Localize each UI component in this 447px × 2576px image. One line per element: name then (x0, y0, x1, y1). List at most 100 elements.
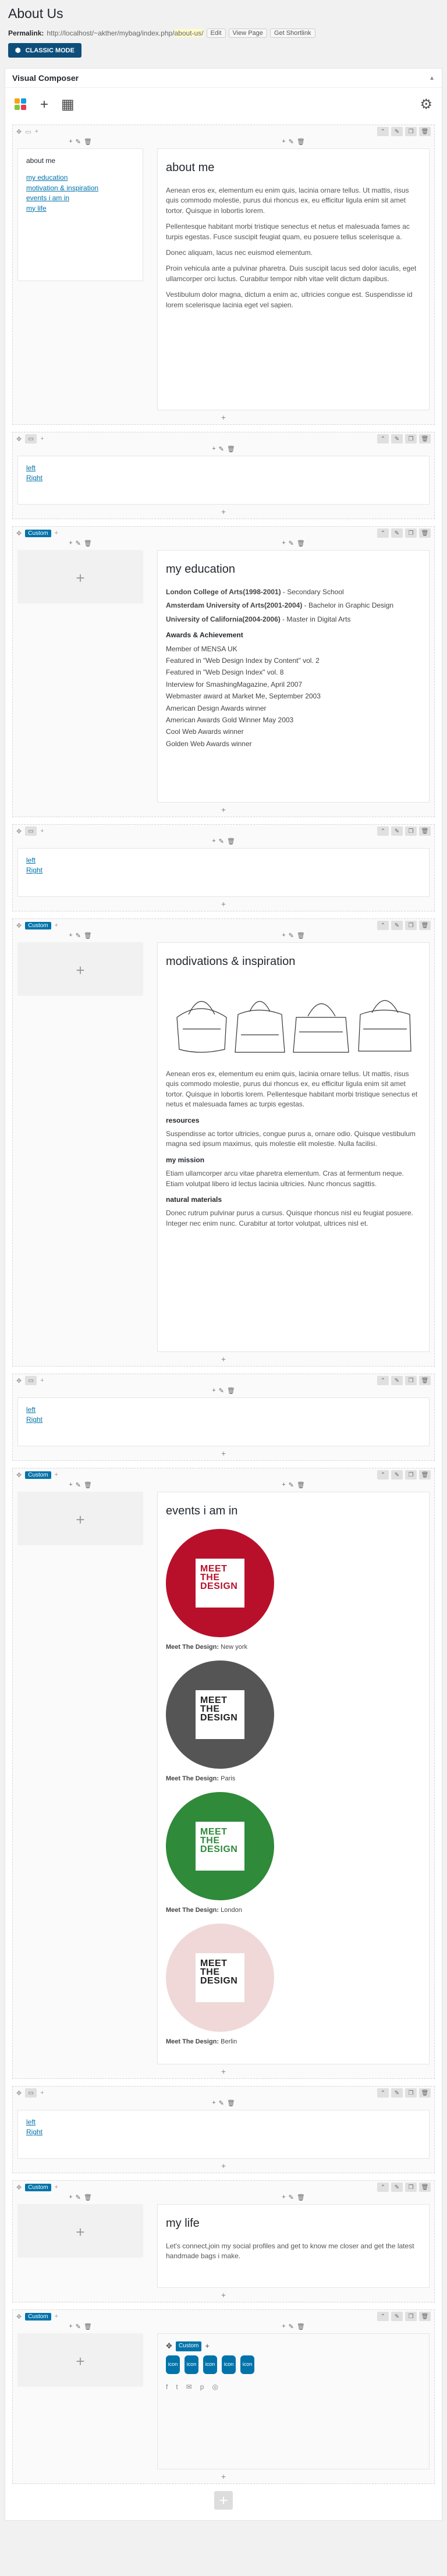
column-add-icon[interactable]: + (69, 2194, 72, 2204)
add-element-icon[interactable]: + (40, 97, 48, 113)
row-delete-icon[interactable]: 🗑 (419, 826, 431, 836)
column-delete-icon[interactable]: 🗑 (84, 540, 92, 550)
row-clone-icon[interactable]: ❐ (405, 2088, 417, 2098)
vc-column[interactable]: + ✎ 🗑 + (17, 2323, 143, 2387)
column-add-icon[interactable]: + (69, 2323, 72, 2333)
column-delete-icon[interactable]: 🗑 (297, 540, 305, 550)
column-delete-icon[interactable]: 🗑 (84, 1481, 92, 1492)
column-delete-icon[interactable]: 🗑 (84, 932, 92, 942)
permalink-url[interactable]: http://localhost/~akther/mybag/index.php… (47, 29, 204, 37)
vc-column[interactable]: + ✎ 🗑 + (17, 1481, 143, 1545)
column-add-icon[interactable]: + (282, 932, 285, 942)
facebook-icon[interactable]: f (166, 2382, 168, 2392)
row-edit-icon[interactable]: ✎ (391, 826, 403, 836)
column-edit-icon[interactable]: ✎ (289, 1481, 294, 1492)
page-title[interactable]: About Us (8, 5, 439, 29)
column-add-icon[interactable]: + (282, 1481, 285, 1492)
row-delete-icon[interactable]: 🗑 (419, 2183, 431, 2192)
column-edit-icon[interactable]: ✎ (76, 1481, 81, 1492)
column-edit-icon[interactable]: ✎ (289, 2323, 294, 2333)
column-edit-icon[interactable]: ✎ (219, 838, 224, 848)
row-layout-icon[interactable]: ▭ (25, 1376, 37, 1385)
row-delete-icon[interactable]: 🗑 (419, 2088, 431, 2098)
empty-column-add-icon[interactable]: + (17, 2333, 143, 2387)
column-edit-icon[interactable]: ✎ (289, 2194, 294, 2204)
column-delete-icon[interactable]: 🗑 (84, 138, 92, 148)
nav-left-link[interactable]: left (26, 2117, 421, 2127)
social-icon-element[interactable]: icon (185, 2355, 198, 2374)
vc-row[interactable]: ✥ ▭ + ⌃ ✎ ❐ 🗑 + ✎ 🗑 left Right + (12, 432, 435, 519)
nav-left-link[interactable]: left (26, 856, 421, 865)
row-add-element-icon[interactable]: + (221, 805, 226, 814)
row-add-element-icon[interactable]: + (221, 1354, 226, 1364)
row-drag-icon[interactable]: ✥ (16, 828, 22, 835)
add-row-button[interactable]: + (214, 2491, 233, 2510)
vc-column[interactable]: + ✎ 🗑 left Right (17, 1387, 430, 1446)
row-clone-icon[interactable]: ❐ (405, 2183, 417, 2192)
row-drag-icon[interactable]: ✥ (16, 2184, 22, 2191)
row-toggle-icon[interactable]: ⌃ (377, 434, 389, 443)
collapse-toggle-icon[interactable]: ▲ (429, 75, 435, 81)
row-add-element-icon[interactable]: + (221, 2067, 226, 2076)
column-delete-icon[interactable]: 🗑 (84, 2194, 92, 2204)
row-clone-icon[interactable]: ❐ (405, 1376, 417, 1385)
empty-column-add-icon[interactable]: + (17, 550, 143, 604)
empty-column-add-icon[interactable]: + (17, 2204, 143, 2258)
templates-icon[interactable]: ▦ (61, 96, 74, 113)
column-delete-icon[interactable]: 🗑 (227, 2099, 235, 2110)
row-drag-icon[interactable]: ✥ (16, 128, 22, 136)
nav-right-link[interactable]: Right (26, 1415, 421, 1425)
column-delete-icon[interactable]: 🗑 (297, 932, 305, 942)
row-toggle-icon[interactable]: ⌃ (377, 1376, 389, 1385)
column-add-icon[interactable]: + (212, 2099, 215, 2110)
nav-right-link[interactable]: Right (26, 473, 421, 483)
custom-label[interactable]: Custom (175, 2341, 202, 2351)
column-delete-icon[interactable]: 🗑 (297, 138, 305, 148)
social-icon-element[interactable]: icon (203, 2355, 217, 2374)
email-icon[interactable]: ✉ (186, 2382, 192, 2392)
column-edit-icon[interactable]: ✎ (76, 138, 81, 148)
row-add-icon[interactable]: + (40, 1377, 44, 1384)
row-add-icon[interactable]: + (55, 922, 58, 929)
row-delete-icon[interactable]: 🗑 (419, 528, 431, 538)
column-add-icon[interactable]: + (282, 2194, 285, 2204)
empty-column-add-icon[interactable]: + (17, 1492, 143, 1545)
row-clone-icon[interactable]: ❐ (405, 1470, 417, 1479)
row-delete-icon[interactable]: 🗑 (419, 1376, 431, 1385)
classic-mode-button[interactable]: ⬢ CLASSIC MODE (8, 43, 81, 58)
column-add-icon[interactable]: + (212, 1387, 215, 1397)
row-add-element-icon[interactable]: + (221, 2161, 226, 2170)
row-drag-icon[interactable]: ✥ (166, 2341, 172, 2352)
row-drag-icon[interactable]: ✥ (16, 1377, 22, 1385)
vc-column[interactable]: + ✎ 🗑 my life Let's connect,join my social… (157, 2194, 430, 2288)
about-link[interactable]: my education (26, 173, 134, 183)
row-toggle-icon[interactable]: ⌃ (377, 528, 389, 538)
row-drag-icon[interactable]: ✥ (16, 435, 22, 443)
row-add-icon[interactable]: + (40, 2089, 44, 2096)
column-edit-icon[interactable]: ✎ (289, 540, 294, 550)
row-edit-icon[interactable]: ✎ (391, 2183, 403, 2192)
nav-left-link[interactable]: left (26, 463, 421, 473)
custom-label[interactable]: Custom (25, 2183, 51, 2191)
view-page-button[interactable]: View Page (228, 29, 267, 38)
column-add-icon[interactable]: + (69, 138, 72, 148)
row-add-element-icon[interactable]: + (221, 413, 226, 422)
get-shortlink-button[interactable]: Get Shortlink (269, 29, 315, 38)
column-edit-icon[interactable]: ✎ (76, 932, 81, 942)
row-add-element-icon[interactable]: + (221, 2472, 226, 2481)
column-add-icon[interactable]: + (69, 932, 72, 942)
row-toggle-icon[interactable]: ⌃ (377, 1470, 389, 1479)
row-toggle-icon[interactable]: ⌃ (377, 2088, 389, 2098)
custom-label[interactable]: Custom (25, 529, 51, 537)
social-icon-element[interactable]: icon (166, 2355, 180, 2374)
row-add-icon[interactable]: + (55, 2184, 58, 2191)
row-edit-icon[interactable]: ✎ (391, 921, 403, 930)
vc-row[interactable]: ✥ Custom + ⌃ ✎ ❐ 🗑 + ✎ 🗑 + + ✎ 🗑 ✥ Custom + icon icon i… (12, 2309, 435, 2484)
row-drag-icon[interactable]: ✥ (16, 530, 22, 537)
twitter-icon[interactable]: t (176, 2382, 178, 2392)
vc-column[interactable]: + ✎ 🗑 left Right (17, 445, 430, 505)
custom-label[interactable]: Custom (25, 1471, 51, 1479)
vc-column[interactable]: + ✎ 🗑 about me Aenean eros ex, elementum e… (157, 138, 430, 410)
nav-right-link[interactable]: Right (26, 865, 421, 875)
row-delete-icon[interactable]: 🗑 (419, 921, 431, 930)
